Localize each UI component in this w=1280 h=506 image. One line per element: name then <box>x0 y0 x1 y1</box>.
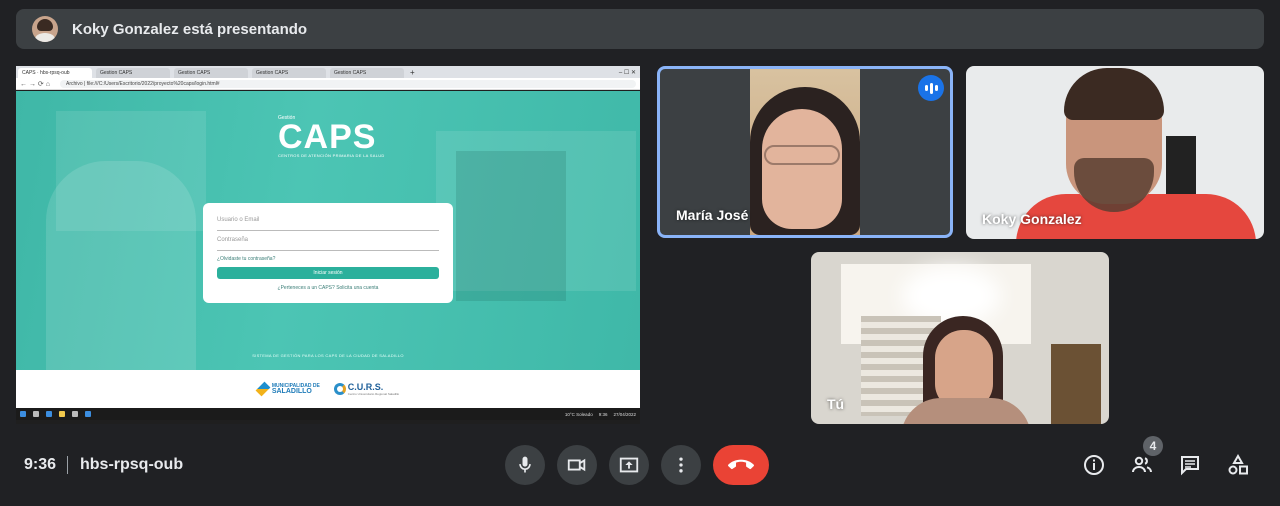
windows-taskbar: 10°C Soleado 9:36 27/04/2022 <box>16 408 640 420</box>
mic-button[interactable] <box>505 445 545 485</box>
chat-button[interactable] <box>1173 448 1207 482</box>
search-icon[interactable] <box>33 411 39 417</box>
video-background-tv <box>1166 136 1196 196</box>
mic-icon <box>519 456 531 473</box>
user-field[interactable]: Usuario o Email <box>217 211 439 231</box>
more-options-icon <box>679 457 683 473</box>
caps-login-page: Gestión CAPS CENTROS DE ATENCIÓN PRIMARI… <box>16 91 640 370</box>
meeting-info-button[interactable] <box>1077 448 1111 482</box>
brand-subtitle: CENTROS DE ATENCIÓN PRIMARIA DE LA SALUD <box>278 153 385 158</box>
password-field[interactable]: Contraseña <box>217 231 439 251</box>
participant-count-badge: 4 <box>1143 436 1163 456</box>
windows-start-icon[interactable] <box>20 411 26 417</box>
camera-icon <box>567 458 586 472</box>
background-door <box>456 151 566 301</box>
weather-text: 10°C Soleado <box>564 411 593 417</box>
system-tray: 10°C Soleado 9:36 27/04/2022 <box>565 412 636 417</box>
meeting-time: 9:36 <box>24 456 57 473</box>
present-button[interactable] <box>609 445 649 485</box>
activities-button[interactable] <box>1221 448 1255 482</box>
meeting-code[interactable]: hbs-rpsq-oub <box>80 456 183 474</box>
logo-strip: MUNICIPALIDAD DE SALADILLO C.U.R.S. Cent… <box>16 370 640 408</box>
video-glasses <box>764 145 840 165</box>
browser-tab[interactable]: CAPS · hbs-rpsq-oub <box>18 68 92 78</box>
browser-tab[interactable]: Gestion CAPS <box>252 68 326 78</box>
activities-icon <box>1228 453 1248 475</box>
video-shelf <box>1051 344 1101 424</box>
video-hair <box>1064 68 1164 120</box>
forgot-password-link[interactable]: ¿Olvidaste tu contraseña? <box>217 256 439 262</box>
more-options-button[interactable] <box>661 445 701 485</box>
presenting-banner: Koky Gonzalez está presentando <box>16 9 1264 49</box>
participant-tile-koky-gonzalez[interactable]: Koky Gonzalez <box>966 66 1264 239</box>
video-face <box>762 109 842 229</box>
chrome-icon[interactable] <box>72 411 78 417</box>
browser-tab[interactable]: Gestion CAPS <box>96 68 170 78</box>
browser-tab-bar: CAPS · hbs-rpsq-oub Gestion CAPS Gestion… <box>16 66 640 78</box>
curs-logo-sub: Centro Universitario Regional Saladillo <box>347 391 400 396</box>
participant-video <box>750 69 860 235</box>
presenting-text: Koky Gonzalez está presentando <box>72 20 308 38</box>
browser-address-bar: ← → ⟳ ⌂ Archivo | file:///C:/Users/Escri… <box>16 78 640 90</box>
browser-tab[interactable]: Gestion CAPS <box>330 68 404 78</box>
saladillo-logo: MUNICIPALIDAD DE SALADILLO <box>255 380 320 398</box>
participant-name: María José <box>676 207 749 223</box>
hang-up-button[interactable] <box>713 445 769 485</box>
hang-up-icon <box>728 459 754 470</box>
curs-mark-icon <box>333 383 346 395</box>
participant-name: Tú <box>827 396 845 412</box>
browser-nav-icons[interactable]: ← → ⟳ ⌂ <box>20 80 60 88</box>
participant-tile-maria-jose[interactable]: María José <box>657 66 953 238</box>
file-explorer-icon[interactable] <box>59 411 65 417</box>
shared-screen[interactable]: CAPS · hbs-rpsq-oub Gestion CAPS Gestion… <box>16 66 640 424</box>
curs-logo-name: C.U.R.S. <box>347 381 384 392</box>
url-field[interactable]: Archivo | file:///C:/Users/Escritorio/20… <box>60 79 636 88</box>
background-nurse <box>46 161 196 370</box>
chat-icon <box>1181 456 1199 476</box>
camera-button[interactable] <box>557 445 597 485</box>
window-controls[interactable]: – ☐ ✕ <box>619 68 640 78</box>
register-link[interactable]: ¿Perteneces a un CAPS? Solicita una cuen… <box>217 285 439 291</box>
saladillo-mark-icon <box>255 381 271 397</box>
saladillo-logo-name: SALADILLO <box>271 388 312 395</box>
meeting-control-bar: 9:36 hbs-rpsq-oub 4 <box>0 436 1280 490</box>
caps-brand: Gestión CAPS CENTROS DE ATENCIÓN PRIMARI… <box>278 115 385 158</box>
speaking-indicator-icon <box>918 75 944 101</box>
browser-tab[interactable]: Gestion CAPS <box>174 68 248 78</box>
info-icon <box>1084 455 1104 475</box>
people-icon <box>1132 456 1152 473</box>
tray-clock-date: 27/04/2022 <box>613 411 636 417</box>
new-tab-icon[interactable]: + <box>410 68 415 78</box>
participant-name: Koky Gonzalez <box>982 211 1082 227</box>
present-icon <box>619 457 639 473</box>
login-button[interactable]: Iniciar sesión <box>217 267 439 279</box>
tray-clock-time: 9:36 <box>598 411 608 417</box>
participant-tile-self[interactable]: Tú <box>811 252 1109 424</box>
edge-icon[interactable] <box>46 411 52 417</box>
vscode-icon[interactable] <box>85 411 91 417</box>
presenter-avatar <box>32 16 58 42</box>
curs-logo: C.U.R.S. Centro Universitario Regional S… <box>333 381 400 396</box>
divider <box>67 456 68 474</box>
site-footer-text: SISTEMA DE GESTIÓN PARA LOS CAPS DE LA C… <box>252 353 404 358</box>
brand-title: CAPS <box>278 118 377 156</box>
login-card: Usuario o Email Contraseña ¿Olvidaste tu… <box>203 203 453 303</box>
